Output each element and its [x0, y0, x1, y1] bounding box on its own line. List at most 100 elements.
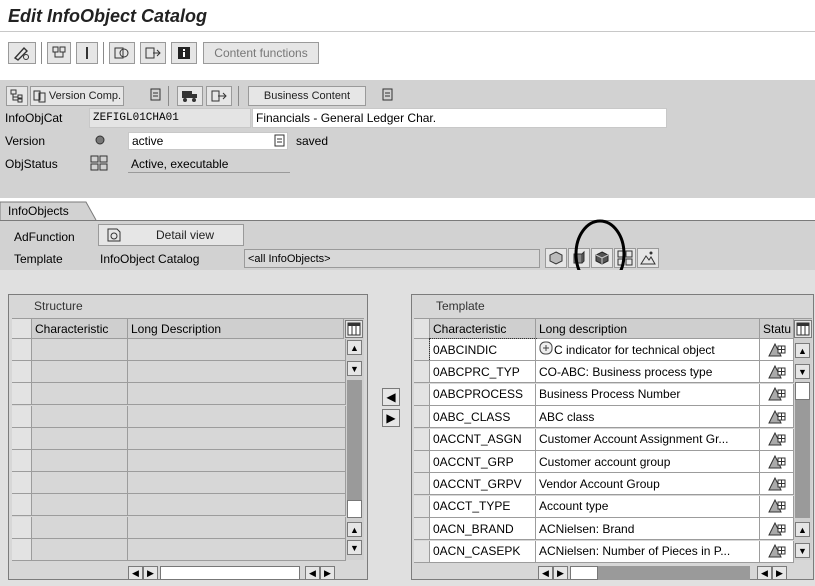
- version-field[interactable]: active: [128, 132, 288, 150]
- row-selector[interactable]: [12, 427, 32, 450]
- structure-scroll-right-2[interactable]: ▶: [320, 566, 335, 580]
- table-cell-description[interactable]: [128, 405, 346, 428]
- template-cell-characteristic[interactable]: 0ABCPROCESS: [430, 383, 536, 406]
- template-row-selector[interactable]: [414, 451, 430, 473]
- value-help-icon[interactable]: [539, 341, 553, 358]
- detail-view-button[interactable]: Detail view: [98, 224, 244, 246]
- table-cell-characteristic[interactable]: [32, 538, 128, 561]
- check-button[interactable]: [47, 42, 71, 64]
- row-selector[interactable]: [12, 472, 32, 495]
- structure-scroll-thumb[interactable]: [347, 500, 362, 518]
- info-button[interactable]: [171, 42, 197, 64]
- template-cell-description[interactable]: ACNielsen: Brand: [536, 518, 760, 541]
- activate-button[interactable]: [76, 42, 98, 64]
- template-row-selector[interactable]: [414, 383, 430, 406]
- structure-scroll-down-top[interactable]: ▼: [347, 361, 362, 376]
- template-cell-characteristic[interactable]: 0ACCNT_GRPV: [430, 473, 536, 496]
- table-cell-characteristic[interactable]: [32, 361, 128, 384]
- template-hscroll-thumb[interactable]: [570, 566, 598, 580]
- row-selector[interactable]: [12, 383, 32, 406]
- template-cell-description[interactable]: Vendor Account Group: [536, 473, 760, 496]
- template-scroll-up[interactable]: ▲: [795, 343, 810, 358]
- template-select-all[interactable]: [414, 319, 430, 339]
- table-cell-characteristic[interactable]: [32, 405, 128, 428]
- template-row-selector[interactable]: [414, 540, 430, 563]
- template-cell-characteristic[interactable]: 0ABCINDIC: [429, 338, 537, 362]
- transfer-left-button[interactable]: ◀: [382, 388, 400, 406]
- template-cell-characteristic[interactable]: 0ABC_CLASS: [430, 406, 536, 429]
- business-content-button[interactable]: Business Content: [248, 86, 366, 106]
- template-column-settings-icon[interactable]: [794, 320, 812, 338]
- table-cell-characteristic[interactable]: [32, 383, 128, 406]
- template-cell-characteristic[interactable]: 0ACCNT_ASGN: [430, 428, 536, 451]
- table-cell-description[interactable]: [128, 538, 346, 561]
- template-row-selector[interactable]: [414, 518, 430, 541]
- row-selector[interactable]: [12, 405, 32, 428]
- table-cell-description[interactable]: [128, 472, 346, 495]
- template-scroll-down[interactable]: ▼: [795, 543, 810, 558]
- transport-objects-button[interactable]: [177, 86, 203, 106]
- row-selector[interactable]: [12, 494, 32, 517]
- template-cell-description[interactable]: ABC class: [536, 406, 760, 429]
- row-selector[interactable]: [12, 361, 32, 384]
- hierarchy-button[interactable]: [6, 86, 28, 106]
- table-cell-characteristic[interactable]: [32, 494, 128, 517]
- table-cell-characteristic[interactable]: [32, 427, 128, 450]
- table-cell-description[interactable]: [128, 494, 346, 517]
- transfer-right-button[interactable]: ▶: [382, 409, 400, 427]
- row-selector[interactable]: [12, 516, 32, 539]
- row-selector[interactable]: [12, 538, 32, 561]
- template-col-status[interactable]: Statu: [760, 319, 794, 339]
- template-select[interactable]: <all InfoObjects>: [244, 249, 540, 268]
- column-settings-icon[interactable]: [345, 320, 363, 338]
- display-change-button[interactable]: [8, 42, 36, 64]
- export-button[interactable]: [206, 86, 232, 106]
- infoobjcat-field[interactable]: ZEFIGL01CHA01: [89, 108, 251, 128]
- structure-col-characteristic[interactable]: Characteristic: [32, 319, 128, 339]
- template-scroll-thumb[interactable]: [795, 382, 810, 400]
- table-cell-description[interactable]: [128, 339, 346, 361]
- template-row-selector[interactable]: [414, 473, 430, 496]
- template-col-characteristic[interactable]: Characteristic: [430, 319, 536, 339]
- table-cell-description[interactable]: [128, 516, 346, 539]
- template-scroll-right[interactable]: ▶: [553, 566, 568, 580]
- structure-col-long-description[interactable]: Long Description: [128, 319, 344, 339]
- table-cell-characteristic[interactable]: [32, 450, 128, 472]
- template-scroll-down-top[interactable]: ▼: [795, 364, 810, 379]
- template-scroll-right-2[interactable]: ▶: [772, 566, 787, 580]
- template-cell-description[interactable]: Business Process Number: [536, 383, 760, 406]
- structure-scroll-left-2[interactable]: ◀: [305, 566, 320, 580]
- table-cell-characteristic[interactable]: [32, 472, 128, 495]
- version-comp-button[interactable]: Version Comp.: [30, 86, 124, 106]
- template-infoarea-button[interactable]: [545, 248, 567, 268]
- structure-scroll-right[interactable]: ▶: [143, 566, 158, 580]
- template-scroll-left[interactable]: ◀: [538, 566, 553, 580]
- template-cell-description[interactable]: Customer account group: [536, 451, 760, 473]
- structure-hscroll-thumb[interactable]: [160, 566, 300, 580]
- template-cell-characteristic[interactable]: 0ABCPRC_TYP: [430, 361, 536, 384]
- version-comp-dropdown-icon[interactable]: [150, 88, 162, 105]
- where-used-button[interactable]: [109, 42, 135, 64]
- transport-button[interactable]: [140, 42, 166, 64]
- template-col-long-description[interactable]: Long description: [536, 319, 760, 339]
- template-row-selector[interactable]: [414, 361, 430, 384]
- template-cell-description[interactable]: Customer Account Assignment Gr...: [536, 428, 760, 451]
- template-mountain-button[interactable]: [637, 248, 659, 268]
- template-cell-characteristic[interactable]: 0ACCT_TYPE: [430, 495, 536, 518]
- template-cell-description[interactable]: CO-ABC: Business process type: [536, 361, 760, 384]
- table-cell-characteristic[interactable]: [32, 516, 128, 539]
- row-selector[interactable]: [12, 339, 32, 361]
- template-cell-description[interactable]: ACNielsen: Number of Pieces in P...: [536, 540, 760, 563]
- table-cell-description[interactable]: [128, 383, 346, 406]
- template-row-selector[interactable]: [414, 495, 430, 518]
- table-cell-description[interactable]: [128, 450, 346, 472]
- row-selector[interactable]: [12, 450, 32, 472]
- business-content-dropdown-icon[interactable]: [382, 88, 394, 105]
- template-cell-description[interactable]: Account type: [536, 495, 760, 518]
- template-cell-description[interactable]: C indicator for technical object: [536, 339, 760, 361]
- template-scroll-up-bottom[interactable]: ▲: [795, 522, 810, 537]
- template-cell-characteristic[interactable]: 0ACN_BRAND: [430, 518, 536, 541]
- content-functions-button[interactable]: Content functions: [203, 42, 319, 64]
- structure-scroll-left[interactable]: ◀: [128, 566, 143, 580]
- template-cell-characteristic[interactable]: 0ACN_CASEPK: [430, 540, 536, 563]
